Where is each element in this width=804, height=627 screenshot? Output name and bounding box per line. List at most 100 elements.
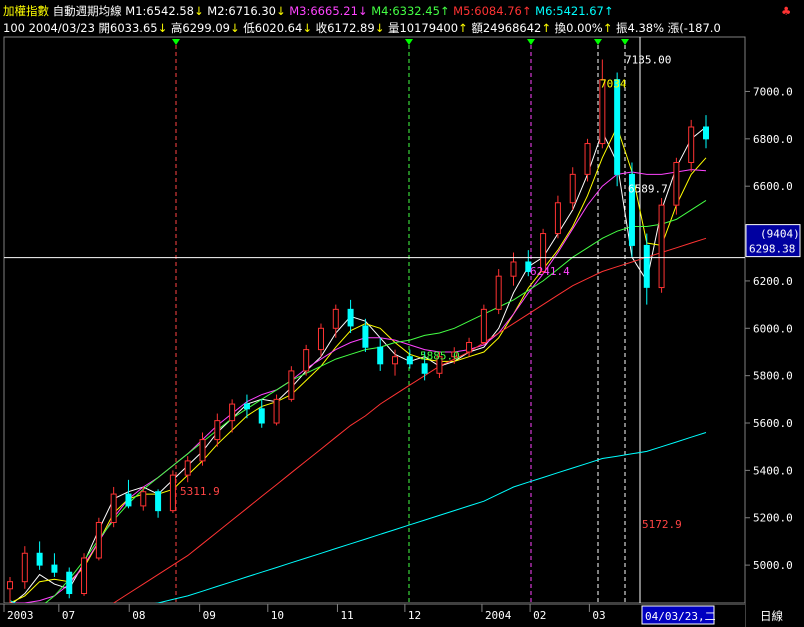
header-item: 漲(-187.0 [664, 21, 721, 35]
date-tick-label: 10 [271, 609, 284, 622]
header-item: ↑ [541, 21, 551, 35]
date-tick-label: 11 [340, 609, 353, 622]
date-tick-label: 07 [62, 609, 75, 622]
candle-body [184, 460, 191, 476]
header-item: 高6299.09 [167, 21, 230, 35]
header-item: M6:5421.67 [532, 4, 604, 18]
candle-body [406, 356, 413, 365]
header-item: ↓ [302, 21, 312, 35]
price-tick-label: 5200.0 [753, 512, 793, 525]
header-item: ↑ [604, 4, 614, 18]
candle-body [51, 564, 58, 573]
header-item: 收6172.89 [312, 21, 375, 35]
date-tick-label: 02 [533, 609, 546, 622]
candle-body [169, 474, 176, 512]
candle-body [81, 557, 88, 595]
candle-body [332, 308, 339, 329]
candle-body [554, 202, 561, 235]
header-item: ↓ [158, 21, 168, 35]
menu-icon[interactable]: ♣ [781, 4, 791, 18]
candle-body [584, 143, 591, 175]
candle-body [273, 398, 280, 424]
header-item: ↓ [358, 4, 368, 18]
header-item: 低6020.64 [240, 21, 303, 35]
candle-body [569, 173, 576, 204]
price-annotation: 5172.9 [642, 518, 682, 531]
candle-body [214, 420, 221, 441]
price-tick-label: 5600.0 [753, 417, 793, 430]
candle-body [510, 261, 517, 277]
header-item: ↑ [440, 4, 450, 18]
period-button[interactable]: 日線 [760, 609, 783, 623]
header-item: ↓ [375, 21, 385, 35]
candle-body [703, 126, 709, 140]
date-tick-label: 2004 [485, 609, 512, 622]
candle-body [688, 126, 695, 164]
header-item: M3:6665.21 [286, 4, 358, 18]
candle-body [303, 349, 310, 372]
candle-body [288, 370, 295, 400]
candle-body [21, 552, 28, 583]
price-annotation: 7034 [600, 77, 627, 90]
price-tick-label: 7000.0 [753, 85, 793, 98]
candle-body [66, 571, 73, 595]
candle-body [673, 162, 680, 206]
candle-body [229, 403, 236, 422]
date-tick-label: 08 [132, 609, 145, 622]
header-item: 額24968642 [468, 21, 542, 35]
date-axis-bg [0, 603, 745, 627]
candle-body [199, 439, 206, 462]
header-item: ↑ [603, 21, 613, 35]
header-item: 換0.00% [551, 21, 603, 35]
price-annotation: 7135.00 [625, 53, 671, 66]
candle-body [95, 521, 102, 559]
cursor-price-value: 6298.38 [749, 243, 795, 256]
price-tick-label: 6800.0 [753, 133, 793, 146]
candle-body [110, 493, 117, 523]
candle-body [155, 491, 162, 512]
candle-body [347, 308, 354, 327]
price-tick-label: 5400.0 [753, 464, 793, 477]
header-item: ↑ [458, 21, 468, 35]
candle-body [36, 552, 43, 566]
cursor-bar-index: (9404) [760, 228, 800, 241]
price-annotation: 6589.7 [628, 183, 668, 196]
header-item: ↓ [230, 21, 240, 35]
header-item: 振4.38% [612, 21, 664, 35]
price-tick-label: 6600.0 [753, 180, 793, 193]
candle-body [421, 363, 428, 374]
header-item: ↓ [194, 4, 204, 18]
price-annotation: 5885.0 [420, 350, 460, 363]
header-item: 加權指數 [3, 4, 49, 18]
candle-body [466, 341, 473, 353]
candle-body [243, 403, 250, 410]
date-tick-label: 2003 [7, 609, 34, 622]
date-tick-label: 03 [592, 609, 605, 622]
header-item: M5:6084.76 [450, 4, 522, 18]
stock-chart[interactable]: 加權指數 自動週期均線 M1:6542.58↓ M2:6716.30↓ M3:6… [0, 0, 804, 627]
date-readout: 04/03/23,二 [645, 610, 716, 623]
candle-body [377, 346, 384, 365]
candle-body [258, 408, 265, 424]
candle-body [392, 356, 399, 365]
price-tick-label: 6000.0 [753, 322, 793, 335]
price-tick-label: 5800.0 [753, 370, 793, 383]
price-annotation: 6241.4 [530, 265, 570, 278]
date-tick-label: 12 [408, 609, 421, 622]
ohlc-header-line: 100 2004/03/23 開6033.65↓ 高6299.09↓ 低6020… [3, 21, 721, 35]
candle-body [658, 204, 665, 289]
header-item: 量10179400 [384, 21, 458, 35]
header-item: 100 2004/03/23 開6033.65 [3, 21, 158, 35]
indicator-header-line: 加權指數 自動週期均線 M1:6542.58↓ M2:6716.30↓ M3:6… [3, 4, 613, 18]
candle-body [140, 491, 147, 507]
price-tick-label: 5000.0 [753, 559, 793, 572]
chart-background [0, 0, 804, 627]
candle-body [643, 244, 650, 288]
candle-body [614, 79, 621, 175]
price-tick-label: 6200.0 [753, 275, 793, 288]
candle-body [480, 308, 487, 343]
header-item: ↓ [276, 4, 286, 18]
candle-body [125, 493, 132, 507]
candle-body [495, 275, 502, 310]
price-annotation: 5311.9 [180, 485, 220, 498]
